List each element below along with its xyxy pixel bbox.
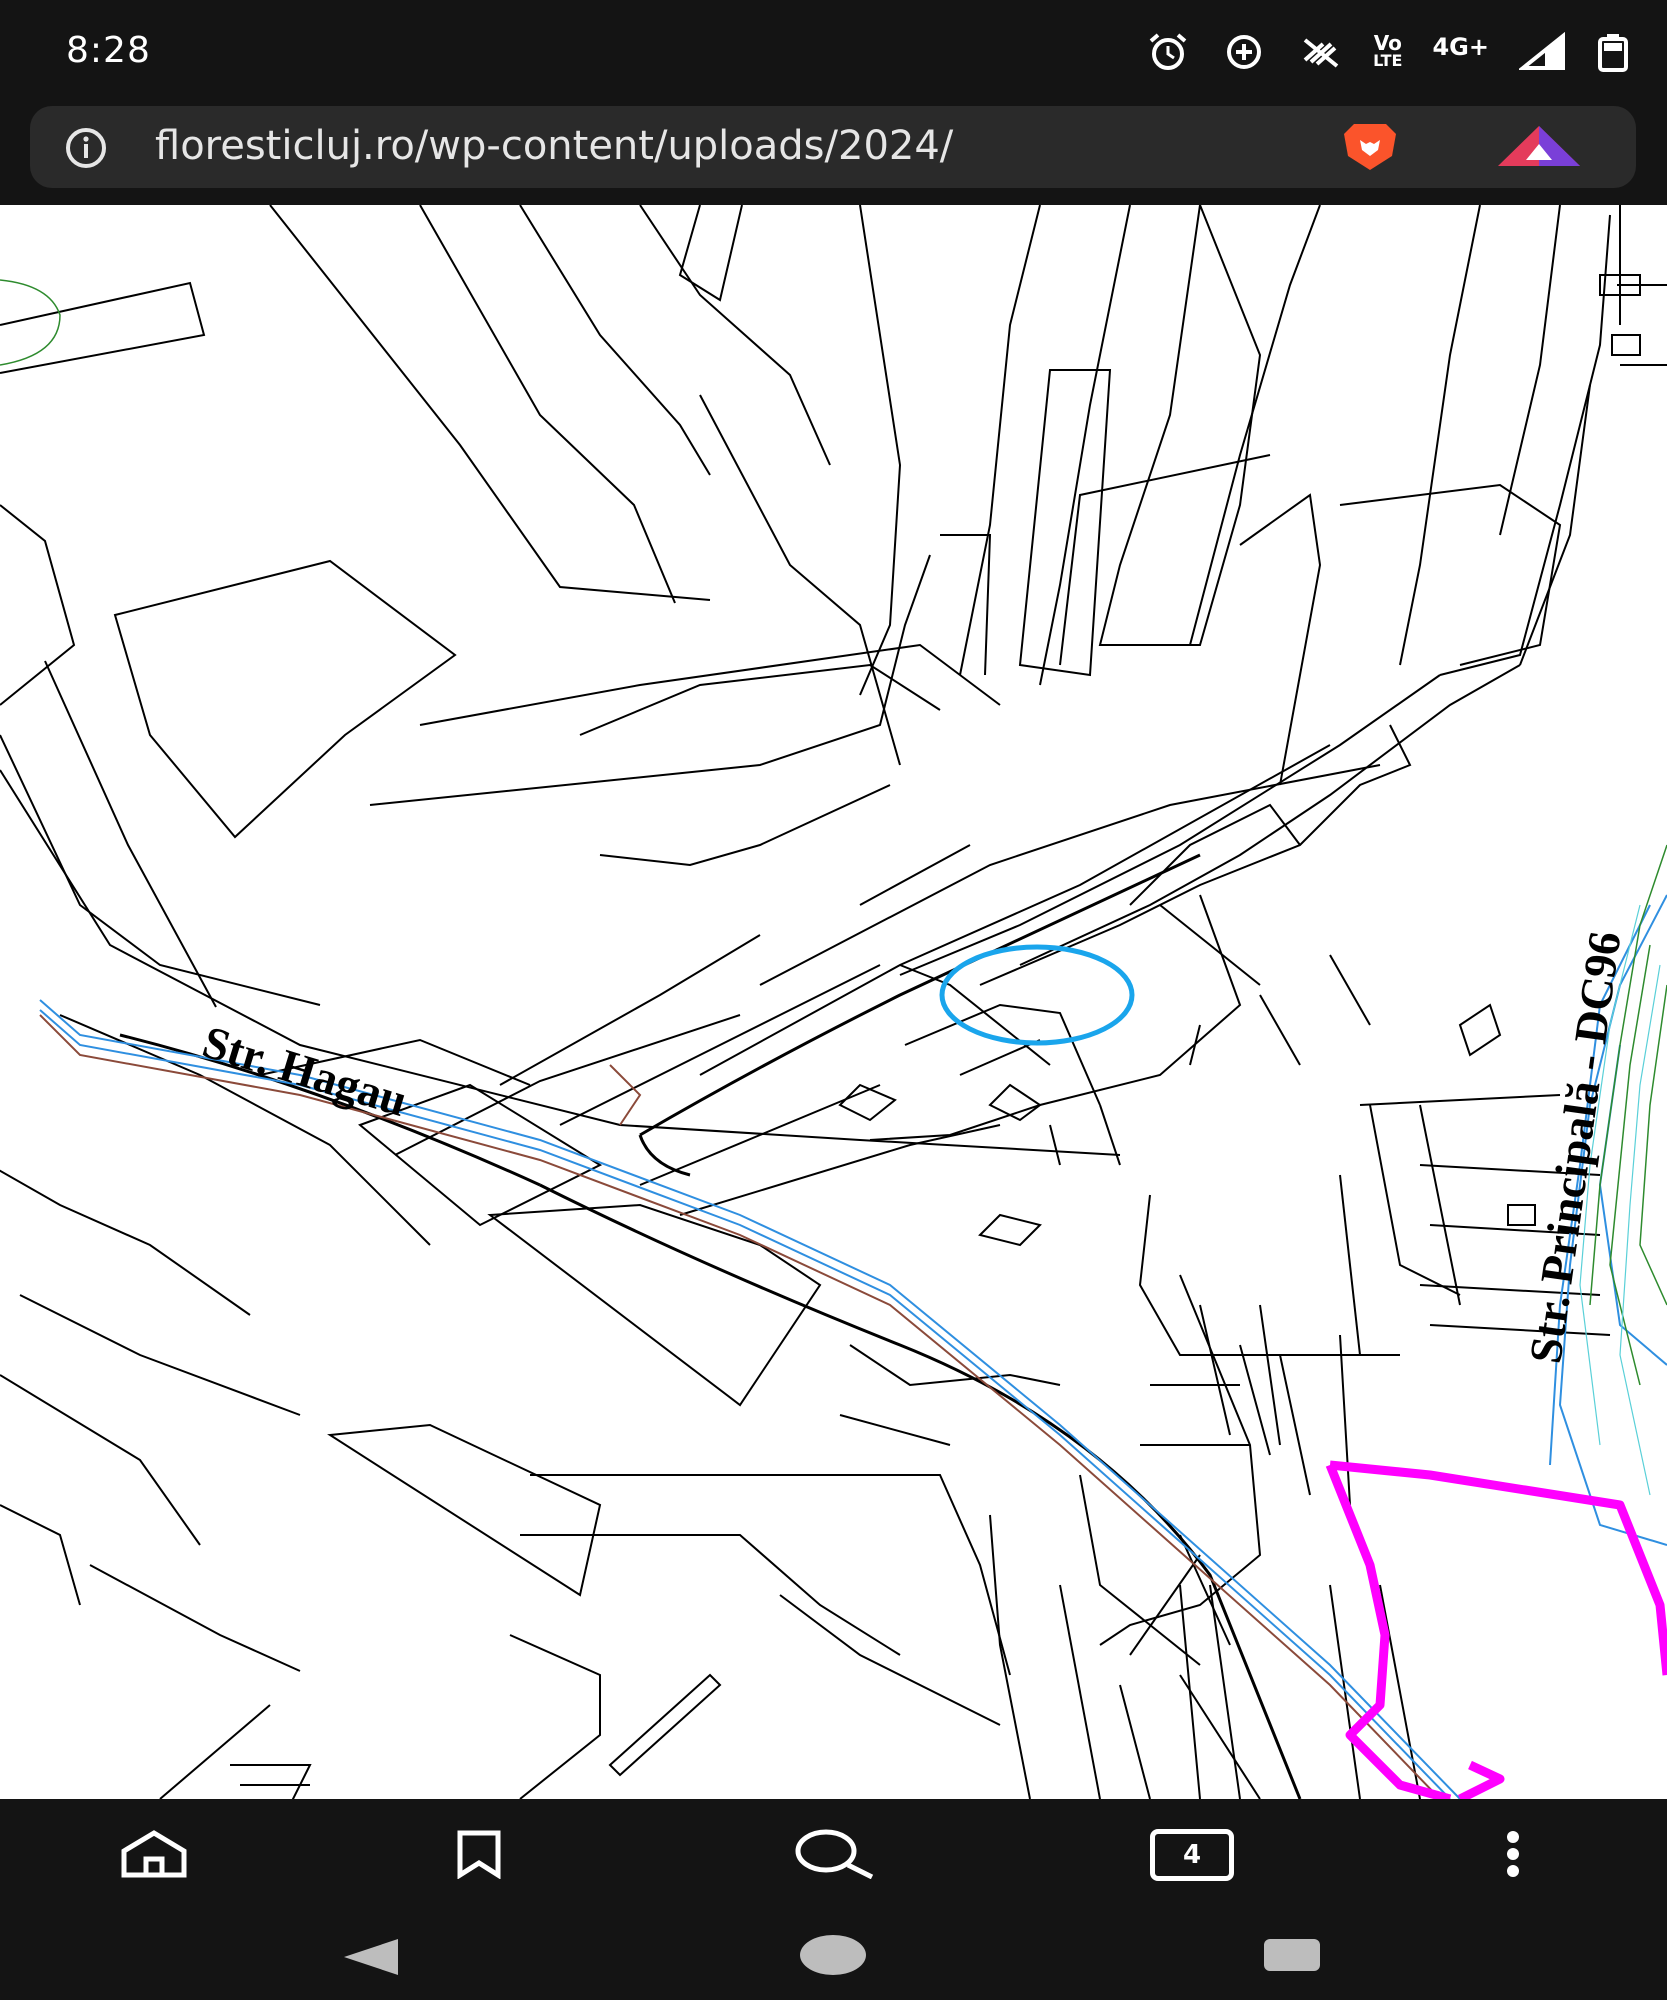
parcel-lines — [0, 205, 1667, 1799]
search-icon[interactable] — [792, 1829, 876, 1879]
home-icon[interactable] — [118, 1829, 190, 1879]
vibrate-off-icon — [1303, 38, 1339, 68]
recents-icon[interactable] — [1262, 1937, 1322, 1973]
battery-icon — [1598, 34, 1628, 72]
alarm-icon — [1149, 33, 1187, 70]
cadastral-map[interactable]: Str. Hagau Str. Principală - DC96 — [0, 205, 1667, 1799]
street-label-hagau: Str. Hagau — [197, 1016, 413, 1126]
browser-toolbar: 4 — [0, 1799, 1667, 1909]
url-text[interactable]: floresticluj.ro/wp-content/uploads/2024/ — [155, 123, 1315, 169]
status-time: 8:28 — [66, 30, 151, 71]
4g-plus-icon: 4G+ — [1432, 33, 1489, 61]
status-bar: 8:28 Vo LTE 4G+ — [0, 0, 1667, 104]
address-bar[interactable]: floresticluj.ro/wp-content/uploads/2024/ — [30, 106, 1636, 188]
brave-rewards-icon[interactable] — [1494, 122, 1584, 172]
info-icon[interactable] — [64, 126, 108, 170]
magenta-zone-boundary — [1325, 1460, 1667, 1799]
signal-icon — [1519, 32, 1565, 70]
bookmark-icon[interactable] — [452, 1829, 506, 1879]
data-saver-icon — [1227, 35, 1262, 69]
volte-icon: Vo LTE — [1373, 31, 1403, 70]
tab-count: 4 — [1182, 1840, 1202, 1870]
menu-icon[interactable] — [1498, 1829, 1528, 1879]
tabs-icon[interactable]: 4 — [1150, 1829, 1234, 1881]
road-edges — [119, 853, 1302, 1799]
home-pill-icon[interactable] — [798, 1933, 868, 1977]
map-view[interactable]: Str. Hagau Str. Principală - DC96 — [0, 205, 1667, 1799]
brave-shields-icon[interactable] — [1328, 120, 1412, 172]
street-label-principala: Str. Principală - DC96 — [1519, 928, 1630, 1366]
back-icon[interactable] — [340, 1937, 402, 1977]
green-contour-lines — [0, 279, 1667, 1386]
status-icons: Vo LTE 4G+ — [1145, 30, 1629, 74]
system-navigation-bar — [0, 1909, 1667, 2000]
